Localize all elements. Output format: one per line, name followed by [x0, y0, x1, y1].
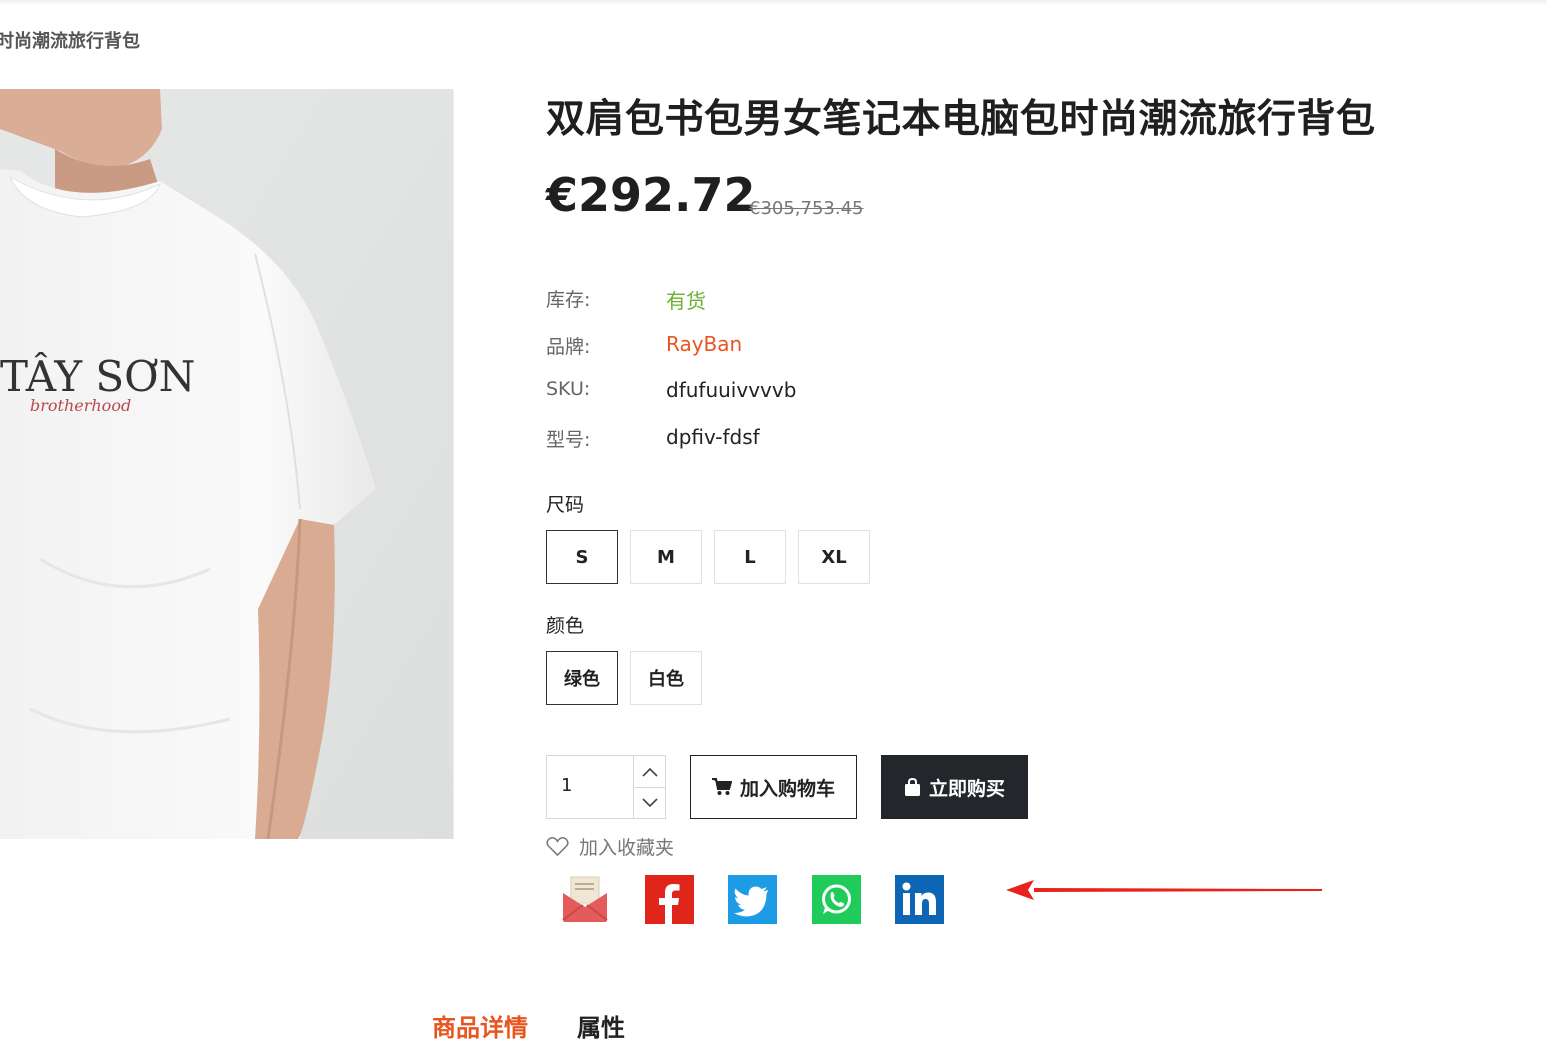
chevron-down-icon — [642, 797, 658, 807]
product-title: 双肩包书包男女笔记本电脑包时尚潮流旅行背包 — [546, 97, 1376, 142]
top-shadow — [0, 0, 1547, 6]
shopping-bag-icon — [904, 777, 920, 796]
buy-now-button[interactable]: 立即购买 — [881, 755, 1028, 819]
cart-icon — [711, 778, 732, 795]
size-option-s[interactable]: S — [546, 530, 618, 584]
stock-label: 库存: — [546, 289, 591, 311]
model-label: 型号: — [546, 429, 591, 451]
quantity-input[interactable]: 1 — [561, 775, 572, 796]
chevron-up-icon — [642, 767, 658, 777]
share-linkedin-button[interactable] — [895, 875, 944, 924]
brand-label: 品牌: — [546, 336, 591, 358]
quantity-increase-button[interactable] — [633, 756, 666, 788]
shirt-print-main: TÂY SƠN — [0, 351, 195, 401]
size-option-m[interactable]: M — [630, 530, 702, 584]
shirt-print-sub: brotherhood — [30, 396, 131, 415]
heart-icon — [546, 836, 569, 857]
product-price: €292.72 — [546, 168, 756, 222]
facebook-icon — [645, 875, 694, 924]
add-to-cart-button[interactable]: 加入购物车 — [690, 755, 857, 819]
buy-now-label: 立即购买 — [928, 777, 1005, 800]
color-title: 颜色 — [546, 615, 585, 637]
product-image[interactable]: TÂY SƠN brotherhood — [0, 89, 454, 839]
model-value: dpfiv-fdsf — [666, 425, 760, 449]
tab-product-details[interactable]: 商品详情 — [432, 1008, 528, 1043]
linkedin-icon — [895, 875, 944, 924]
stock-value: 有货 — [666, 289, 706, 313]
annotation-arrow — [1006, 880, 1322, 900]
twitter-icon — [728, 875, 777, 924]
share-twitter-button[interactable] — [728, 875, 777, 924]
size-option-xl[interactable]: XL — [798, 530, 870, 584]
whatsapp-icon — [812, 875, 861, 924]
sku-label: SKU: — [546, 378, 591, 400]
add-to-wishlist-link[interactable]: 加入收藏夹 — [546, 833, 674, 860]
size-title: 尺码 — [546, 494, 585, 516]
share-whatsapp-button[interactable] — [812, 875, 861, 924]
color-option-green[interactable]: 绿色 — [546, 651, 618, 705]
quantity-stepper[interactable]: 1 — [546, 755, 666, 819]
size-option-l[interactable]: L — [714, 530, 786, 584]
brand-value[interactable]: RayBan — [666, 332, 742, 356]
quantity-decrease-button[interactable] — [633, 787, 666, 818]
breadcrumb-current: 时尚潮流旅行背包 — [0, 31, 140, 52]
tab-attributes[interactable]: 属性 — [577, 1008, 625, 1043]
share-facebook-button[interactable] — [645, 875, 694, 924]
share-email-button[interactable] — [561, 875, 610, 924]
product-old-price: €305,753.45 — [749, 198, 864, 219]
sku-value: dfufuuivvvvb — [666, 378, 797, 402]
breadcrumb: 时尚潮流旅行背包 — [0, 27, 140, 53]
color-option-white[interactable]: 白色 — [630, 651, 702, 705]
email-envelope-icon — [562, 876, 608, 922]
wishlist-label: 加入收藏夹 — [579, 837, 675, 859]
add-to-cart-label: 加入购物车 — [739, 777, 835, 800]
